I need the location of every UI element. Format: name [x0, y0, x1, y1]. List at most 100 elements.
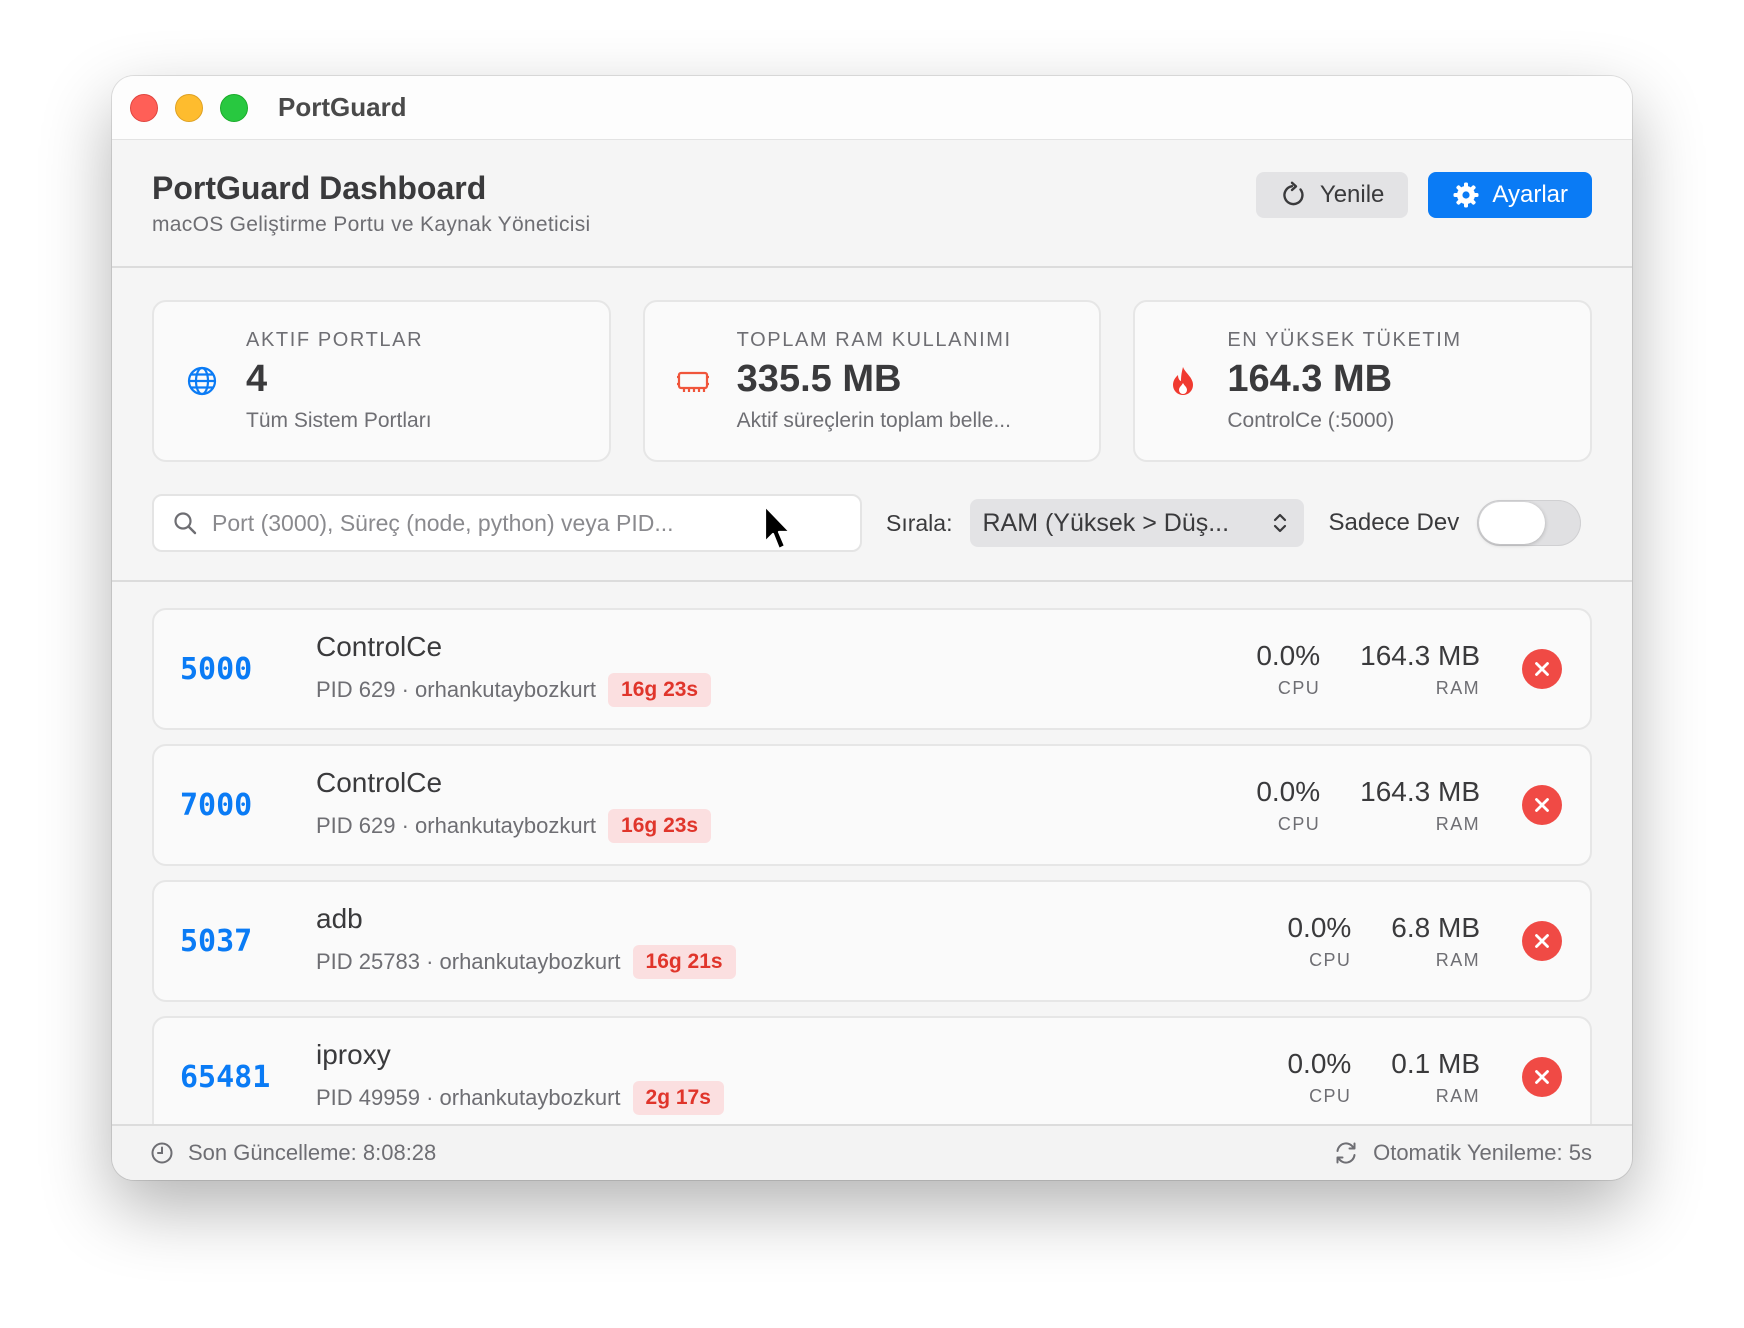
filter-bar: Sırala: RAM (Yüksek > Düş... Sadece Dev	[112, 462, 1632, 582]
port-list: 5000 ControlCe PID 629 · orhankutaybozku…	[112, 582, 1632, 1138]
zoom-window-button[interactable]	[220, 93, 248, 122]
ram-value: 164.3 MB	[1360, 639, 1480, 671]
clock-icon	[151, 1142, 173, 1164]
kill-process-button[interactable]	[1522, 649, 1562, 689]
cpu-label: CPU	[1309, 949, 1352, 970]
minimize-window-button[interactable]	[175, 93, 203, 122]
kill-process-button[interactable]	[1522, 785, 1562, 825]
port-number: 7000	[180, 787, 253, 823]
process-meta: PID 629 · orhankutaybozkurt 16g 23s	[316, 809, 1216, 843]
ram-label: RAM	[1435, 813, 1480, 834]
stat-card-total-ram: TOPLAM RAM KULLANIMI 335.5 MB Aktif süre…	[642, 300, 1102, 462]
ram-metric: 6.8 MB RAM	[1391, 912, 1480, 971]
header-text: PortGuard Dashboard macOS Geliştirme Por…	[152, 170, 591, 237]
cpu-value: 0.0%	[1256, 639, 1321, 671]
cpu-label: CPU	[1277, 677, 1321, 698]
table-row: 7000 ControlCe PID 629 · orhankutaybozku…	[152, 744, 1592, 866]
globe-icon	[184, 363, 220, 399]
process-name: ControlCe	[316, 767, 443, 798]
cpu-metric: 0.0% CPU	[1287, 912, 1351, 971]
process-meta: PID 49959 · orhankutaybozkurt 2g 17s	[316, 1081, 1247, 1115]
process-info: ControlCe PID 629 · orhankutaybozkurt 16…	[316, 767, 1216, 843]
ram-value: 164.3 MB	[1360, 775, 1480, 807]
refresh-icon	[1283, 181, 1304, 206]
ram-value: 0.1 MB	[1391, 1047, 1480, 1079]
ram-label: RAM	[1435, 949, 1480, 970]
stat-value: 335.5 MB	[736, 358, 902, 400]
cpu-value: 0.0%	[1287, 911, 1352, 943]
traffic-lights	[130, 93, 248, 122]
search-box[interactable]	[152, 494, 862, 552]
close-icon	[1535, 1070, 1549, 1084]
stats-row: AKTIF PORTLAR 4 Tüm Sistem Portları TOPL…	[112, 268, 1632, 462]
toggle-knob	[1479, 502, 1546, 544]
port-number: 65481	[180, 1059, 271, 1095]
process-meta: PID 629 · orhankutaybozkurt 16g 23s	[316, 673, 1216, 707]
stat-card-active-ports: AKTIF PORTLAR 4 Tüm Sistem Portları	[152, 300, 611, 462]
process-pid-user: PID 629 · orhankutaybozkurt	[316, 677, 597, 702]
cpu-label: CPU	[1309, 1085, 1352, 1106]
ram-label: RAM	[1435, 677, 1480, 698]
kill-process-button[interactable]	[1522, 921, 1562, 961]
process-meta: PID 25783 · orhankutaybozkurt 16g 21s	[316, 945, 1247, 979]
table-row: 5000 ControlCe PID 629 · orhankutaybozku…	[152, 608, 1592, 730]
stat-content: EN YÜKSEK TÜKETIM 164.3 MB ControlCe (:5…	[1227, 329, 1461, 433]
process-pid-user: PID 49959 · orhankutaybozkurt	[316, 1085, 621, 1110]
ram-metric: 164.3 MB RAM	[1360, 640, 1480, 699]
process-info: iproxy PID 49959 · orhankutaybozkurt 2g …	[316, 1039, 1247, 1115]
uptime-badge: 16g 23s	[608, 673, 712, 707]
process-name: iproxy	[316, 1039, 391, 1070]
kill-process-button[interactable]	[1522, 1057, 1562, 1097]
cpu-metric: 0.0% CPU	[1287, 1048, 1351, 1107]
port-number: 5037	[180, 923, 253, 959]
chevron-up-down-icon	[1274, 513, 1287, 533]
uptime-badge: 16g 21s	[632, 945, 736, 979]
sort-select-value: RAM (Yüksek > Düş...	[982, 508, 1230, 537]
stat-content: AKTIF PORTLAR 4 Tüm Sistem Portları	[246, 329, 432, 433]
port-number: 5000	[180, 651, 253, 687]
sort-label: Sırala:	[886, 509, 953, 536]
process-pid-user: PID 25783 · orhankutaybozkurt	[316, 949, 621, 974]
search-input[interactable]	[212, 509, 812, 537]
stat-description: ControlCe (:5000)	[1227, 409, 1395, 432]
last-update-text: Son Güncelleme: 8:08:28	[188, 1140, 437, 1165]
settings-button[interactable]: Ayarlar	[1428, 172, 1592, 218]
page-title: PortGuard Dashboard	[152, 169, 487, 206]
refresh-button[interactable]: Yenile	[1255, 172, 1409, 218]
cpu-label: CPU	[1277, 813, 1321, 834]
stat-description: Aktif süreçlerin toplam belle...	[736, 409, 1011, 432]
stat-label: TOPLAM RAM KULLANIMI	[736, 329, 1012, 351]
stat-value: 164.3 MB	[1227, 358, 1393, 400]
app-window: PortGuard PortGuard Dashboard macOS Geli…	[112, 76, 1632, 1180]
table-row: 65481 iproxy PID 49959 · orhankutaybozku…	[152, 1016, 1592, 1138]
stat-card-highest-usage: EN YÜKSEK TÜKETIM 164.3 MB ControlCe (:5…	[1133, 300, 1593, 462]
process-name: adb	[316, 903, 363, 934]
close-window-button[interactable]	[130, 93, 158, 122]
refresh-button-label: Yenile	[1319, 181, 1385, 208]
status-bar: Son Güncelleme: 8:08:28 Otomatik Yenilem…	[112, 1124, 1632, 1180]
process-name: ControlCe	[316, 631, 443, 662]
dashboard-header: PortGuard Dashboard macOS Geliştirme Por…	[112, 140, 1632, 268]
process-pid-user: PID 629 · orhankutaybozkurt	[316, 813, 597, 838]
gear-icon	[1453, 182, 1479, 208]
ram-metric: 0.1 MB RAM	[1391, 1048, 1480, 1107]
window-title: PortGuard	[278, 92, 407, 122]
auto-refresh-icon	[1336, 1142, 1356, 1164]
title-bar: PortGuard	[112, 76, 1632, 140]
page-subtitle: macOS Geliştirme Portu ve Kaynak Yönetic…	[152, 212, 591, 236]
sort-select[interactable]: RAM (Yüksek > Düş...	[970, 499, 1305, 547]
auto-refresh-text: Otomatik Yenileme: 5s	[1373, 1140, 1592, 1165]
process-info: adb PID 25783 · orhankutaybozkurt 16g 21…	[316, 903, 1247, 979]
uptime-badge: 16g 23s	[608, 809, 712, 843]
uptime-badge: 2g 17s	[632, 1081, 724, 1115]
search-icon	[174, 512, 197, 535]
cpu-value: 0.0%	[1256, 775, 1321, 807]
memory-chip-icon	[675, 363, 711, 399]
close-icon	[1535, 934, 1549, 948]
dev-only-toggle[interactable]	[1477, 500, 1582, 546]
close-icon	[1535, 798, 1549, 812]
ram-metric: 164.3 MB RAM	[1360, 776, 1480, 835]
stat-description: Tüm Sistem Portları	[246, 409, 432, 432]
ram-label: RAM	[1435, 1085, 1480, 1106]
dev-only-label: Sadece Dev	[1328, 509, 1460, 536]
